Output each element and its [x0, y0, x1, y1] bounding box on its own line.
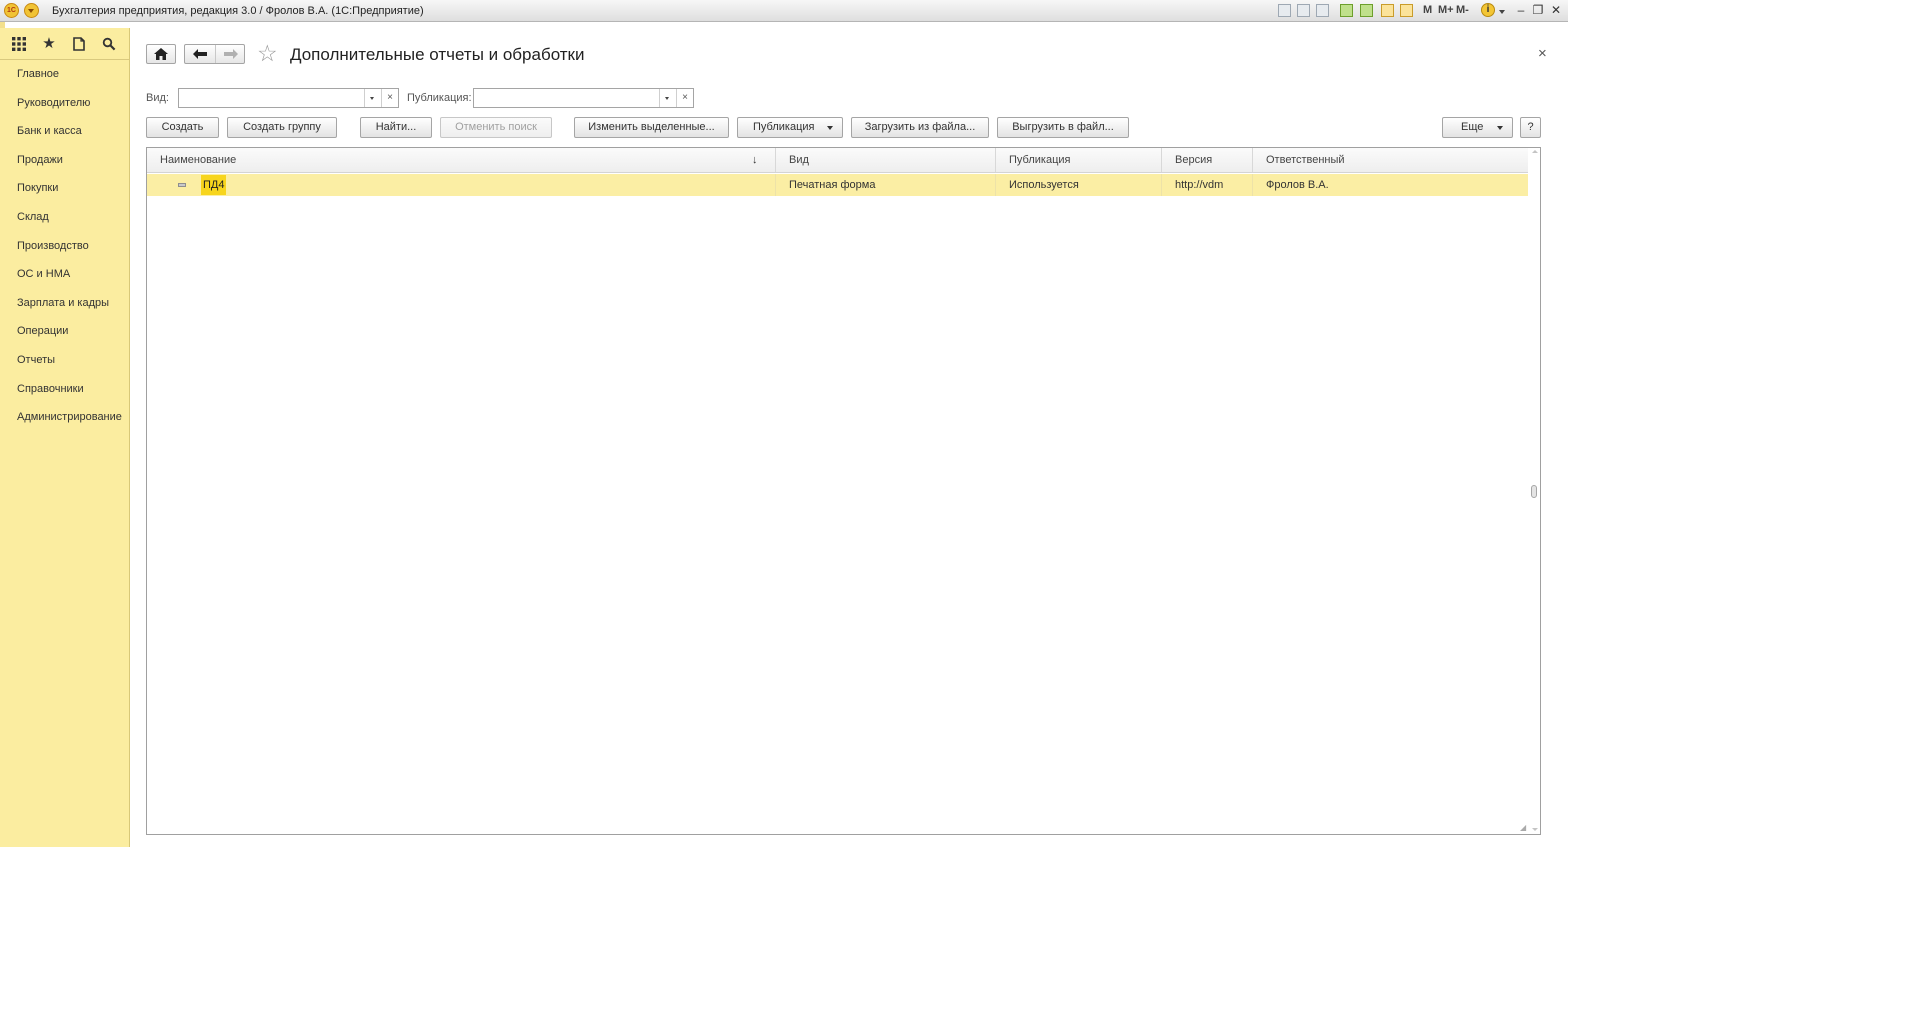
section-bank-cash[interactable]: Банк и касса: [0, 117, 129, 146]
favorite-star-icon[interactable]: ☆: [257, 41, 278, 65]
search-icon[interactable]: [98, 34, 120, 54]
chevron-down-icon: [1497, 126, 1503, 130]
sections-panel: ★ Главное Руководителю Банк и касса Прод…: [0, 28, 130, 847]
vid-filter-field[interactable]: ×: [178, 88, 399, 108]
section-production[interactable]: Производство: [0, 232, 129, 261]
table-scrollbar[interactable]: [1529, 148, 1540, 834]
home-button[interactable]: [146, 44, 176, 64]
publication-filter-label: Публикация:: [407, 92, 472, 104]
cell-vid[interactable]: Печатная форма: [776, 174, 996, 196]
section-salary-hr[interactable]: Зарплата и кадры: [0, 289, 129, 318]
info-dropdown-icon[interactable]: [1499, 10, 1505, 14]
section-fixed-assets[interactable]: ОС и НМА: [0, 260, 129, 289]
section-purchases[interactable]: Покупки: [0, 174, 129, 203]
find-button[interactable]: Найти...: [360, 117, 432, 138]
table-header: Наименование ↓ Вид Публикация Версия Отв…: [147, 148, 1528, 173]
publication-clear-icon[interactable]: ×: [676, 89, 693, 107]
cell-name[interactable]: ПД4: [147, 174, 776, 196]
column-header-version[interactable]: Версия: [1162, 148, 1253, 172]
main-menu-icon[interactable]: [24, 3, 39, 18]
column-header-responsible[interactable]: Ответственный: [1253, 148, 1528, 172]
page-title: Дополнительные отчеты и обработки: [290, 45, 585, 64]
section-operations[interactable]: Операции: [0, 317, 129, 346]
scroll-down-icon[interactable]: [1532, 828, 1538, 831]
close-form-icon[interactable]: ×: [1538, 45, 1547, 62]
app-logo-icon[interactable]: 1С: [4, 3, 19, 18]
cell-publication[interactable]: Используется: [996, 174, 1162, 196]
vid-clear-icon[interactable]: ×: [381, 89, 398, 107]
column-header-publication[interactable]: Публикация: [996, 148, 1162, 172]
sections-list: Главное Руководителю Банк и касса Продаж…: [0, 60, 129, 432]
section-manager[interactable]: Руководителю: [0, 89, 129, 118]
sort-descending-icon[interactable]: ↓: [752, 148, 758, 172]
section-sales[interactable]: Продажи: [0, 146, 129, 175]
help-button[interactable]: ?: [1520, 117, 1541, 138]
notes-icon[interactable]: [1381, 4, 1394, 17]
form-area: ☆ Дополнительные отчеты и обработки × Ви…: [130, 28, 1568, 847]
calendar-icon[interactable]: [1400, 4, 1413, 17]
memory-plus-icon[interactable]: M+: [1438, 4, 1454, 16]
publication-menu-button[interactable]: Публикация: [737, 117, 843, 138]
section-reports[interactable]: Отчеты: [0, 346, 129, 375]
cell-version[interactable]: http://vdm: [1162, 174, 1253, 196]
resize-grip-icon[interactable]: ◢: [1520, 823, 1526, 832]
home-icon: [154, 48, 168, 60]
vid-dropdown-icon[interactable]: [364, 89, 381, 107]
navigation-buttons: [184, 44, 245, 64]
column-header-name[interactable]: Наименование: [147, 148, 776, 172]
create-button[interactable]: Создать: [146, 117, 219, 138]
create-group-button[interactable]: Создать группу: [227, 117, 337, 138]
arrow-left-icon: [193, 49, 207, 59]
cancel-search-button[interactable]: Отменить поиск: [440, 117, 552, 138]
restore-icon[interactable]: ❐: [1530, 1, 1546, 19]
more-button[interactable]: Еще: [1442, 117, 1513, 138]
add-favorite-icon[interactable]: [1340, 4, 1353, 17]
link-icon[interactable]: [1360, 4, 1373, 17]
close-window-icon[interactable]: ✕: [1548, 1, 1564, 19]
cell-responsible[interactable]: Фролов В.А.: [1253, 174, 1528, 196]
publication-menu-label: Публикация: [753, 121, 815, 133]
column-header-vid[interactable]: Вид: [776, 148, 996, 172]
load-from-file-button[interactable]: Загрузить из файла...: [851, 117, 989, 138]
scrollbar-thumb[interactable]: [1531, 485, 1537, 498]
vid-filter-label: Вид:: [146, 92, 169, 104]
info-icon[interactable]: i: [1481, 3, 1495, 17]
cell-name-value: ПД4: [201, 175, 227, 195]
memory-minus-icon[interactable]: M-: [1456, 4, 1469, 16]
section-administration[interactable]: Администрирование: [0, 403, 129, 432]
print-icon[interactable]: [1297, 4, 1310, 17]
chevron-down-icon: [827, 126, 833, 130]
arrow-right-icon: [224, 49, 238, 59]
more-label: Еще: [1461, 121, 1484, 133]
export-to-file-button[interactable]: Выгрузить в файл...: [997, 117, 1129, 138]
preview-icon[interactable]: [1316, 4, 1329, 17]
memory-icon[interactable]: M: [1423, 4, 1432, 16]
all-functions-icon[interactable]: [8, 34, 30, 54]
history-icon[interactable]: [68, 34, 90, 54]
table-row[interactable]: ПД4 Печатная форма Используется http://v…: [147, 174, 1528, 196]
window-title-bar: 1С Бухгалтерия предприятия, редакция 3.0…: [0, 0, 1568, 22]
item-icon: [178, 183, 186, 187]
back-button[interactable]: [185, 45, 215, 63]
sidebar-toolbar: ★: [0, 28, 129, 60]
publication-dropdown-icon[interactable]: [659, 89, 676, 107]
minimize-icon[interactable]: ‒: [1513, 1, 1529, 19]
forward-button[interactable]: [216, 45, 245, 63]
change-selected-button[interactable]: Изменить выделенные...: [574, 117, 729, 138]
window-title: Бухгалтерия предприятия, редакция 3.0 / …: [52, 5, 424, 17]
scroll-up-icon[interactable]: [1532, 150, 1538, 153]
section-main[interactable]: Главное: [0, 60, 129, 89]
section-warehouse[interactable]: Склад: [0, 203, 129, 232]
favorites-star-icon[interactable]: ★: [38, 34, 60, 54]
save-icon[interactable]: [1278, 4, 1291, 17]
section-directories[interactable]: Справочники: [0, 375, 129, 404]
publication-filter-field[interactable]: ×: [473, 88, 694, 108]
processings-table[interactable]: Наименование ↓ Вид Публикация Версия Отв…: [146, 147, 1541, 835]
